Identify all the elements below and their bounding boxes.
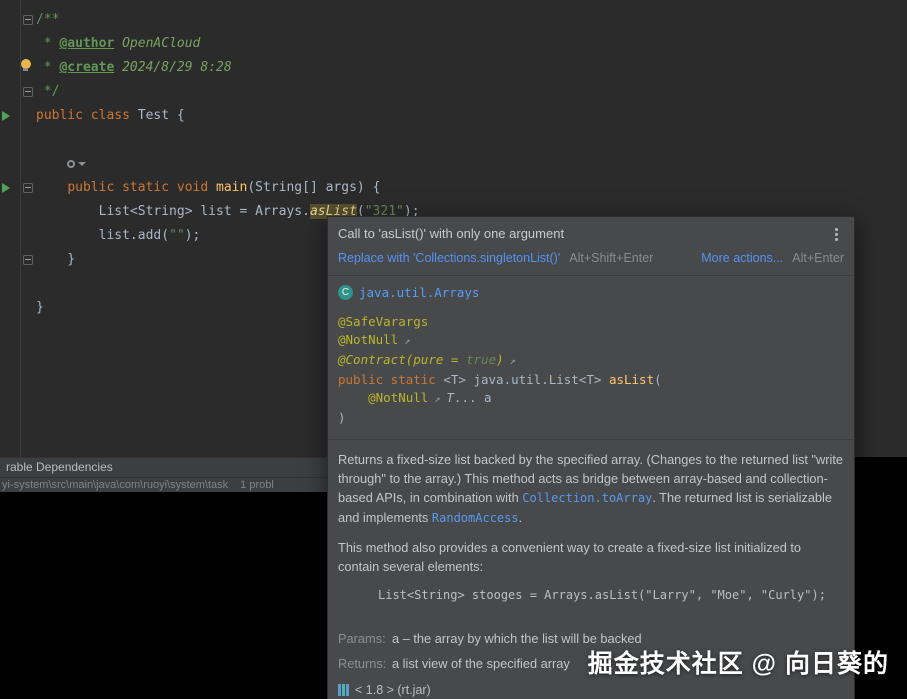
dependencies-tab-label: rable Dependencies [6,460,113,474]
doc-signature-section: C java.util.Arrays @SafeVarargs @NotNull … [328,275,854,439]
signature-line: @NotNull ↗ T... a [368,390,492,405]
code-line: * @create 2024/8/29 8:28 [36,60,232,75]
doc-link[interactable]: Collection.toArray [522,491,652,505]
class-link[interactable]: java.util.Arrays [359,285,479,300]
documentation-popup: Call to 'asList()' with only one argumen… [327,216,855,699]
class-icon: C [338,285,353,300]
returns-label: Returns: [338,656,387,671]
inlay-gear-icon[interactable] [67,159,87,168]
method-signature: @SafeVarargs @NotNull ↗ @Contract(pure = t… [338,313,844,427]
watermark-text: 掘金技术社区 @ 向日葵的 [587,650,889,678]
signature-line: @Contract(pure = true) ↗ [338,352,516,367]
file-path-text: yi-system\src\main\java\com\ruoyi\system… [2,479,229,491]
code-line: /** [36,12,60,27]
inspection-hint-section: Call to 'asList()' with only one argumen… [328,217,854,275]
more-actions-shortcut: Alt+Enter [792,251,844,265]
external-link-icon[interactable]: ↗ [428,394,446,405]
more-actions-link[interactable]: More actions... [701,251,783,265]
code-line: * @author OpenACloud [36,36,201,51]
quickfix-shortcut: Alt+Shift+Enter [569,251,654,265]
external-link-icon[interactable]: ↗ [398,336,410,347]
code-line [0,152,907,176]
doc-paragraph: This method also provides a convenient w… [338,540,802,574]
signature-line: @NotNull ↗ [338,332,411,347]
signature-line: @SafeVarargs [338,314,429,329]
code-line: public class Test { [36,108,185,123]
returns-value: a list view of the specified array [392,656,570,671]
quickfix-link[interactable]: Replace with 'Collections.singletonList(… [338,251,560,265]
params-label: Params: [338,631,386,646]
jdk-version-switcher[interactable]: < 1.8 > (rt.jar) [355,683,431,697]
signature-line: public static <T> java.util.List<T> asLi… [338,372,662,387]
problems-indicator[interactable]: 1 probl [240,479,274,491]
ide-screen: /** * @author OpenACloud * @create 2024/… [0,0,907,699]
library-icon [338,684,349,696]
code-line: public static void main(String[] args) { [67,180,381,195]
code-sample: List<String> stooges = Arrays.asList("La… [378,588,826,602]
code-line: */ [36,84,60,99]
kebab-menu-icon[interactable] [835,228,838,231]
status-bar: yi-system\src\main\java\com\ruoyi\system… [0,477,328,492]
doc-description: Returns a fixed-size list backed by the … [338,450,844,576]
inspection-message: Call to 'asList()' with only one argumen… [338,226,565,241]
doc-link[interactable]: RandomAccess [432,511,519,525]
external-link-icon[interactable]: ↗ [504,356,516,367]
doc-paragraph: Returns a fixed-size list backed by the … [338,452,844,525]
dependencies-toolwindow-tab[interactable]: rable Dependencies [0,457,328,477]
signature-line: ) [338,410,346,425]
